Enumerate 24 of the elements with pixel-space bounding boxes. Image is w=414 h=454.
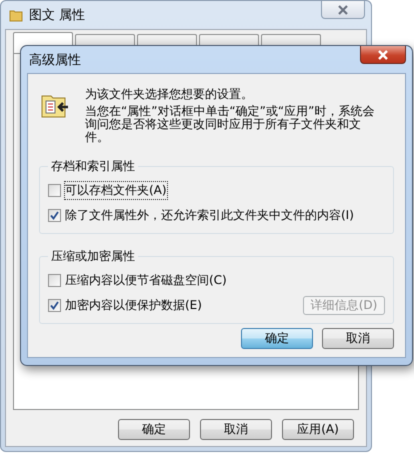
dialog-button[interactable]: 取消	[200, 419, 272, 440]
description-text: 当您在“属性”对话框中单击“确定”或“应用”时，系统会询问您是否将这些更改同时应用于所有子文件夹和文件。	[85, 105, 376, 144]
checkbox-label[interactable]: 可以存档文件夹(A)	[64, 181, 168, 200]
group-title: 压缩或加密属性	[50, 248, 136, 265]
folder-icon	[9, 8, 23, 22]
checkbox[interactable]	[48, 299, 61, 312]
checkbox-label[interactable]: 除了文件属性外，还允许索引此文件夹中文件的内容(I)	[64, 206, 355, 225]
description-text: 为该文件夹选择您想要的设置。	[85, 88, 254, 101]
group-title: 存档和索引属性	[50, 158, 136, 175]
close-button[interactable]	[321, 1, 365, 19]
dialog-title: 高级属性	[29, 52, 82, 68]
checkbox-label[interactable]: 加密内容以便保护数据(E)	[64, 296, 203, 315]
dialog-button[interactable]: 确定	[241, 328, 313, 349]
dialog-button[interactable]: 取消	[322, 328, 394, 349]
close-icon	[377, 50, 389, 60]
window-title: 图文 属性	[29, 7, 86, 24]
close-button[interactable]	[360, 46, 406, 64]
checkbox[interactable]	[48, 184, 61, 197]
checkbox[interactable]	[48, 209, 61, 222]
dialog-button[interactable]: 确定	[118, 419, 190, 440]
close-icon	[336, 4, 350, 14]
dialog-button[interactable]: 应用(A)	[282, 419, 354, 440]
checkbox[interactable]	[48, 274, 61, 287]
checkbox-label[interactable]: 压缩内容以便节省磁盘空间(C)	[64, 271, 228, 290]
